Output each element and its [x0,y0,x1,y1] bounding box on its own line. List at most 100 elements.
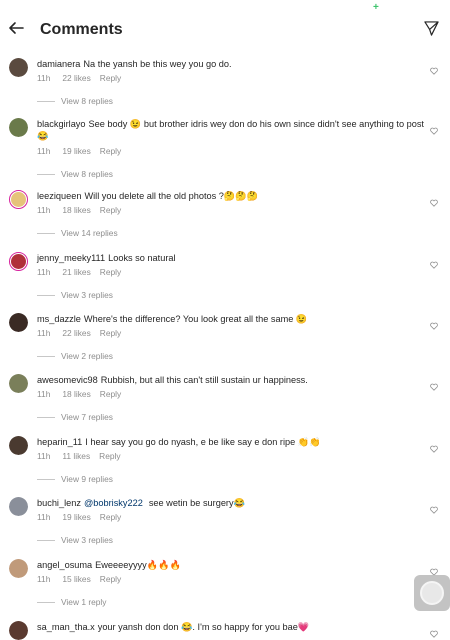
comment-meta: 11h 22 likes Reply [37,73,121,84]
replies-divider [37,540,55,541]
reply-button[interactable]: Reply [100,328,121,339]
view-replies-label: View 8 replies [61,169,113,179]
comment-username[interactable]: buchi_lenz [37,498,81,508]
avatar[interactable] [9,313,28,332]
comment-username[interactable]: heparin_11 [37,437,82,447]
comment-username[interactable]: angel_osuma [37,560,92,570]
comment-text: angel_osuma Eweeeeyyyy🔥🔥🔥 [37,559,427,571]
avatar[interactable] [9,497,28,516]
replies-divider [37,479,55,480]
avatar[interactable] [9,252,28,271]
comment-likes[interactable]: 19 likes [62,146,90,157]
comment-likes[interactable]: 11 likes [62,451,90,462]
comment-time: 11h [37,73,51,83]
comment-username[interactable]: leeziqueen [37,191,81,201]
reply-button[interactable]: Reply [100,146,121,157]
avatar-image [9,118,28,137]
comment-body: Looks so natural [108,253,176,263]
reply-button[interactable]: Reply [99,451,120,462]
mention-link[interactable]: @bobrisky222 [84,498,143,508]
arrow-left-icon[interactable] [8,20,24,36]
view-replies-label: View 8 replies [61,96,113,106]
comment-meta: 11h 15 likes Reply [37,574,121,585]
comment-username[interactable]: ms_dazzle [37,314,81,324]
replies-divider [37,101,55,102]
view-replies-label: View 3 replies [61,290,113,300]
avatar-image [9,374,28,393]
heart-icon[interactable] [430,501,438,514]
view-replies-button[interactable]: View 3 replies [37,535,157,546]
replies-divider [37,417,55,418]
comment-username[interactable]: awesomevic98 [37,375,98,385]
comment-body: Eweeeeyyyy🔥🔥🔥 [95,560,182,570]
view-replies-button[interactable]: View 9 replies [37,474,157,485]
avatar[interactable] [9,58,28,77]
reply-button[interactable]: Reply [100,389,121,400]
reply-button[interactable]: Reply [100,267,121,278]
comment-text: blackgirlayo See body 😉 but brother idris… [37,118,427,142]
reply-button[interactable]: Reply [100,574,121,585]
view-replies-button[interactable]: View 2 replies [37,351,157,362]
comment-body: I hear say you go do nyash, e be like sa… [85,437,321,447]
comment-likes[interactable]: 22 likes [62,328,90,339]
comment-body: Na the yansh be this wey you go do. [83,59,232,69]
heart-icon[interactable] [430,62,438,75]
avatar[interactable] [9,559,28,578]
view-replies-button[interactable]: View 1 reply [37,597,157,608]
view-replies-button[interactable]: View 14 replies [37,228,157,239]
comment-text: heparin_11 I hear say you go do nyash, e … [37,436,427,448]
heart-icon[interactable] [430,194,438,207]
comment-likes[interactable]: 15 likes [62,574,90,585]
replies-divider [37,602,55,603]
comment-time: 11h [37,451,51,461]
comment-likes[interactable]: 22 likes [62,73,90,84]
heart-icon[interactable] [430,440,438,453]
status-plus-glyph: + [373,2,379,13]
avatar[interactable] [9,190,28,209]
comment-likes[interactable]: 19 likes [62,512,90,523]
comment-body: See body 😉 but brother idris wey don do … [37,119,424,141]
heart-icon[interactable] [430,256,438,269]
paper-plane-icon[interactable] [424,21,439,36]
comment-likes[interactable]: 21 likes [62,267,90,278]
top-bar: Comments + [0,0,450,56]
comment-text: ms_dazzle Where's the difference? You loo… [37,313,427,325]
comment-username[interactable]: blackgirlayo [37,119,86,129]
comment-time: 11h [37,205,51,215]
floating-assistive-button[interactable] [414,575,450,611]
avatar[interactable] [9,436,28,455]
heart-icon[interactable] [430,378,438,391]
view-replies-label: View 9 replies [61,474,113,484]
view-replies-button[interactable]: View 7 replies [37,412,157,423]
view-replies-button[interactable]: View 3 replies [37,290,157,301]
comment-text: damianera Na the yansh be this wey you go… [37,58,427,70]
comment-time: 11h [37,328,51,338]
comment-body: Rubbish, but all this can't still sustai… [100,375,308,385]
comment-text: jenny_meeky111 Looks so natural [37,252,427,264]
replies-divider [37,174,55,175]
heart-icon[interactable] [430,563,438,576]
reply-button[interactable]: Reply [100,512,121,523]
assistive-touch-icon [420,581,444,605]
avatar[interactable] [9,118,28,137]
view-replies-button[interactable]: View 8 replies [37,169,157,180]
heart-icon[interactable] [430,625,438,638]
comment-likes[interactable]: 18 likes [62,205,90,216]
avatar-image [9,559,28,578]
avatar[interactable] [9,621,28,640]
heart-icon[interactable] [430,122,438,135]
reply-button[interactable]: Reply [100,73,121,84]
comment-time: 11h [37,389,51,399]
comment-username[interactable]: jenny_meeky111 [37,253,105,263]
comment-username[interactable]: sa_man_tha.x [37,622,95,632]
comment-likes[interactable]: 18 likes [62,389,90,400]
avatar-image [9,436,28,455]
view-replies-label: View 14 replies [61,228,118,238]
reply-button[interactable]: Reply [100,205,121,216]
comment-username[interactable]: damianera [37,59,80,69]
avatar[interactable] [9,374,28,393]
view-replies-button[interactable]: View 8 replies [37,96,157,107]
comment-meta: 11h 21 likes Reply [37,267,121,278]
heart-icon[interactable] [430,317,438,330]
page-title: Comments [40,21,123,38]
